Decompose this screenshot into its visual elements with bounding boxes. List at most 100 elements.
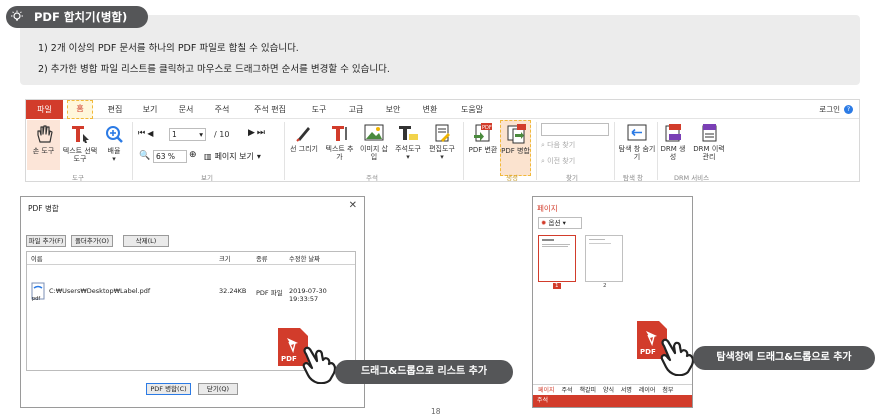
find-next-button[interactable]: ⌕ 다음 찾기: [541, 141, 575, 149]
menu-view[interactable]: 보기: [137, 100, 163, 119]
menu-annot[interactable]: 주석: [209, 100, 235, 119]
tab-attachment[interactable]: 첨부: [662, 387, 673, 394]
section-badge: PDF 합치기(병합): [6, 6, 148, 28]
add-file-button[interactable]: 파일 추가(F): [26, 235, 66, 247]
page-number-value: 1: [172, 130, 177, 139]
edit-tool-button[interactable]: 편집도구 ▾: [425, 120, 459, 170]
zoom-out-icon[interactable]: 🔍: [139, 151, 150, 161]
menu-advanced[interactable]: 고급: [343, 100, 369, 119]
page-total: / 10: [214, 130, 230, 139]
lightbulb-icon: [6, 6, 28, 28]
menu-home[interactable]: 홈: [67, 100, 93, 119]
zoom-button[interactable]: 배율 ▾: [100, 120, 128, 170]
find-input[interactable]: [541, 123, 609, 136]
page-number: 18: [431, 407, 441, 416]
text-select-button[interactable]: 텍스트 선택 도구: [61, 120, 99, 170]
tab-bookmark[interactable]: 책갈피: [579, 387, 596, 394]
svg-text:PDF: PDF: [281, 355, 297, 363]
col-size[interactable]: 크기: [219, 254, 231, 263]
draw-line-label: 선 그리기: [290, 145, 318, 153]
drm-history-button[interactable]: DRM 이력 관리: [690, 120, 728, 170]
hide-explorer-button[interactable]: 탐색 창 숨기기: [618, 120, 656, 170]
divider: [284, 122, 285, 180]
zoom-input[interactable]: 63 %: [153, 150, 187, 163]
info-panel: 1) 2개 이상의 PDF 문서를 하나의 PDF 파일로 합칠 수 있습니다.…: [20, 15, 860, 85]
pdf-merge-label: PDF 병합: [501, 147, 530, 155]
hand-icon: [36, 125, 53, 143]
login-area[interactable]: 로그인 ?: [819, 100, 853, 119]
zoom-label: 배율: [107, 147, 121, 155]
explorer-option-label: 옵션: [548, 219, 561, 227]
row-date: 2019-07-30 19:33:57: [289, 287, 327, 303]
panel-hide-icon: [627, 124, 647, 141]
text-select-label: 텍스트 선택 도구: [62, 147, 98, 163]
login-label[interactable]: 로그인: [819, 104, 840, 115]
merge-confirm-button[interactable]: PDF 병합(C): [146, 383, 191, 395]
menu-document[interactable]: 문서: [173, 100, 199, 119]
menu-help[interactable]: 도움말: [456, 100, 488, 119]
page-view-icon: ▥: [204, 152, 212, 161]
row-type: PDF 파일: [256, 289, 283, 297]
page-number-input[interactable]: 1 ▾: [169, 128, 206, 141]
pdf-merge-button[interactable]: PDF 병합: [500, 120, 531, 176]
gear-icon: ✹: [541, 219, 547, 227]
drm-create-label: DRM 생성: [660, 145, 686, 161]
prev-page-icon[interactable]: ◀: [147, 129, 153, 138]
explorer-footer: 주석: [533, 395, 692, 407]
close-icon[interactable]: ✕: [349, 200, 357, 211]
search-icon: ⌕: [541, 157, 545, 165]
tab-pages[interactable]: 페이지: [538, 387, 555, 394]
dialog-close-button[interactable]: 닫기(Q): [198, 383, 238, 395]
zoom-in-icon[interactable]: ⊕: [189, 150, 197, 160]
menu-convert[interactable]: 변환: [417, 100, 443, 119]
drm-history-icon: [702, 124, 717, 142]
tab-form[interactable]: 양식: [603, 387, 614, 394]
menu-tools[interactable]: 도구: [306, 100, 332, 119]
pdf-file-icon-label: pdf: [32, 296, 41, 302]
explorer-option-button[interactable]: ✹ 옵션 ▾: [538, 217, 582, 229]
annot-tool-button[interactable]: 주석도구 ▾: [392, 120, 424, 170]
page-thumbnail-1[interactable]: [538, 235, 576, 282]
help-icon[interactable]: ?: [844, 105, 853, 114]
group-explorer-label: 탐색 창: [623, 174, 644, 182]
divider: [657, 122, 658, 180]
zoom-plus-icon: [106, 126, 123, 143]
pen-icon: [296, 127, 310, 142]
pdf-merge-icon: [507, 124, 526, 144]
page-view-button[interactable]: ▥ 페이지 보기 ▾: [204, 151, 261, 162]
add-text-button[interactable]: 텍스트 추가: [323, 120, 356, 170]
col-date[interactable]: 수정한 날짜: [289, 254, 320, 263]
tab-signature[interactable]: 서명: [621, 387, 632, 394]
pdf-convert-icon: PDF: [474, 123, 492, 142]
add-folder-button[interactable]: 폴더추가(O): [71, 235, 113, 247]
pdf-convert-button[interactable]: PDF PDF 변환: [468, 120, 498, 170]
menu-file[interactable]: 파일: [26, 100, 63, 119]
drm-history-label: DRM 이력 관리: [693, 145, 725, 161]
hand-tool-button[interactable]: 손 도구: [27, 120, 60, 170]
col-name[interactable]: 이름: [31, 254, 43, 263]
row-size: 32.24KB: [219, 287, 247, 295]
menu-security[interactable]: 보안: [380, 100, 406, 119]
group-drm-label: DRM 서비스: [674, 174, 710, 182]
drm-create-button[interactable]: DRM 생성: [659, 120, 687, 170]
col-type[interactable]: 종류: [256, 254, 268, 263]
find-prev-button[interactable]: ⌕ 이전 찾기: [541, 157, 575, 165]
table-header: 이름 크기 종류 수정한 날짜: [27, 252, 355, 265]
menu-annot-edit[interactable]: 주석 편집: [248, 100, 292, 119]
draw-line-button[interactable]: 선 그리기: [288, 120, 320, 170]
menu-edit[interactable]: 편집: [102, 100, 128, 119]
first-page-icon[interactable]: ⏮: [138, 128, 145, 138]
table-row[interactable]: pdf C:₩Users₩Desktop₩Label.pdf 32.24KB P…: [27, 274, 355, 303]
next-page-icon[interactable]: ▶: [248, 128, 255, 138]
add-text-label: 텍스트 추가: [325, 145, 354, 161]
insert-image-button[interactable]: 이미지 삽입: [358, 120, 390, 170]
row-name: C:₩Users₩Desktop₩Label.pdf: [49, 287, 151, 295]
last-page-icon[interactable]: ⏭: [257, 128, 265, 138]
delete-button[interactable]: 삭제(L): [123, 235, 169, 247]
svg-text:PDF: PDF: [482, 125, 492, 131]
tab-layer[interactable]: 레이어: [639, 387, 656, 394]
tab-annot[interactable]: 주석: [561, 387, 572, 394]
section-title: PDF 합치기(병합): [34, 10, 128, 24]
divider: [463, 122, 464, 180]
page-thumbnail-2[interactable]: [585, 235, 623, 282]
